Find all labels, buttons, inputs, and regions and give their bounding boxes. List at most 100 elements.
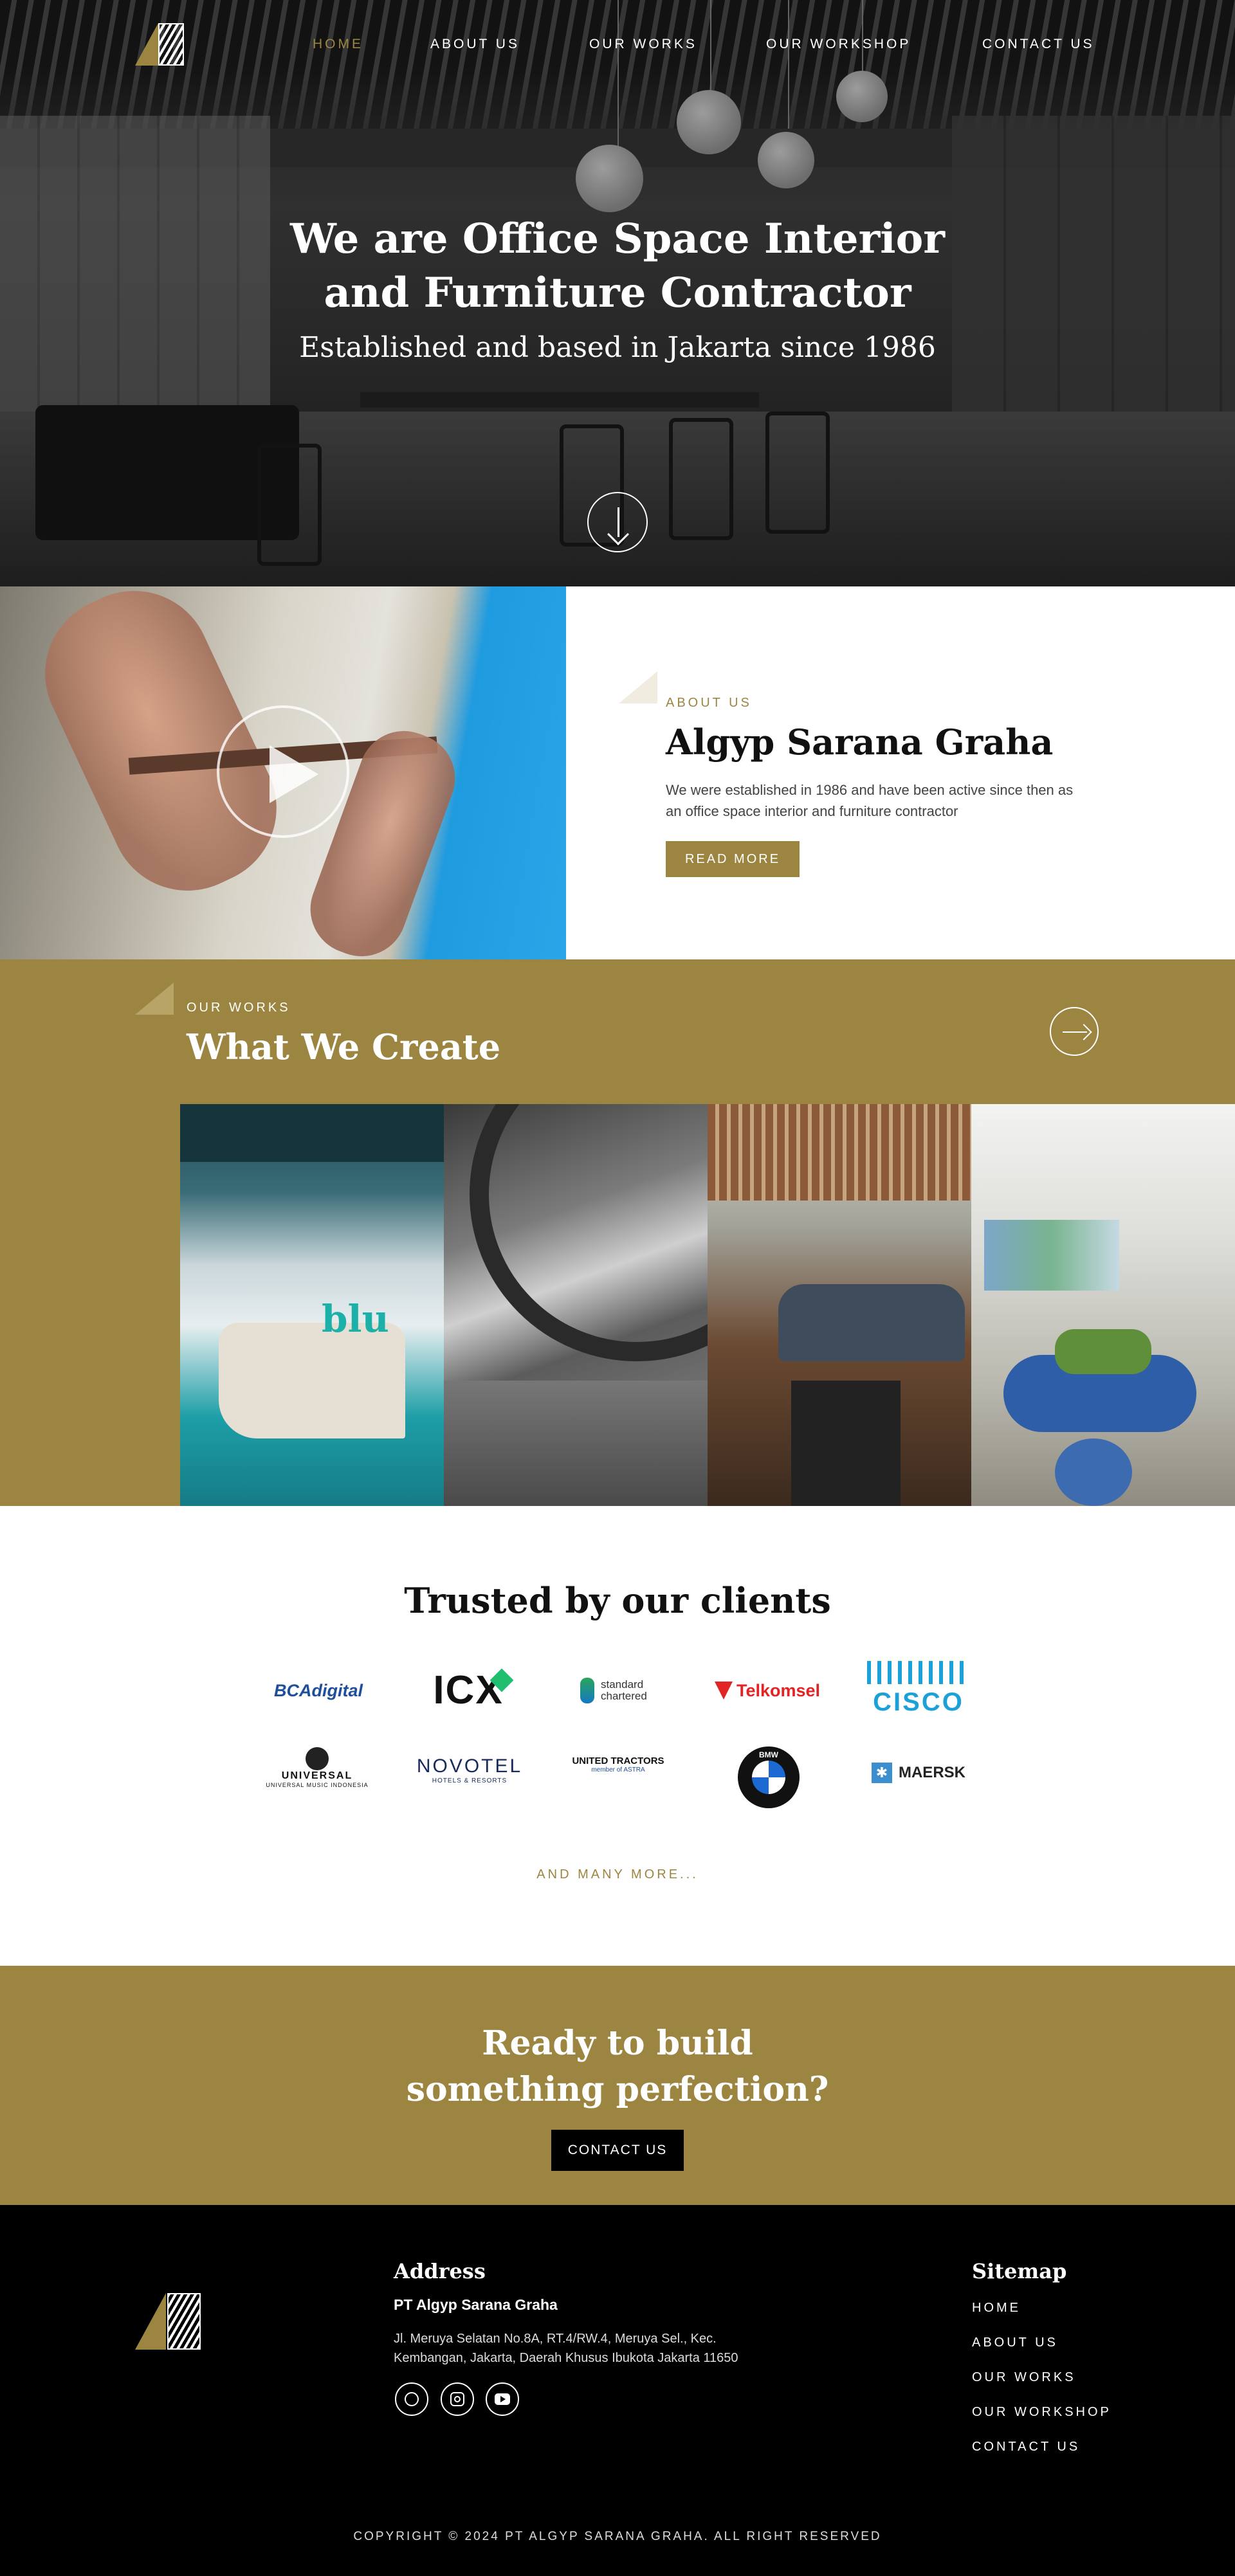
sitemap-heading: Sitemap: [972, 2259, 1067, 2283]
cta-section: Ready to build something perfection? CON…: [0, 1966, 1235, 2205]
standard-chartered-icon: [580, 1678, 594, 1703]
sitemap-contact-us[interactable]: CONTACT US: [972, 2440, 1080, 2454]
maersk-text: MAERSK: [898, 1764, 965, 1781]
footer-logo[interactable]: [135, 2293, 201, 2350]
whatsapp-link[interactable]: [395, 2382, 428, 2416]
clients-title: Trusted by our clients: [404, 1580, 831, 1621]
cta-title-line2: something perfection?: [406, 2070, 829, 2109]
work1-ceiling: [180, 1104, 444, 1162]
sitemap-home[interactable]: HOME: [972, 2301, 1021, 2316]
novotel-text: NOVOTEL: [416, 1755, 523, 1777]
work-image-4[interactable]: [971, 1104, 1235, 1506]
standard-chartered-text: standard chartered: [601, 1678, 647, 1702]
scroll-down-button[interactable]: [587, 492, 648, 552]
nav-our-workshop[interactable]: OUR WORKSHOP: [766, 37, 911, 52]
nav-our-works[interactable]: OUR WORKS: [589, 37, 697, 52]
cta-title-line1: Ready to build: [482, 2024, 753, 2063]
telkomsel-icon: [714, 1682, 733, 1700]
work2-floor: [444, 1381, 708, 1506]
work2-arch: [470, 1104, 708, 1361]
work3-desk: [791, 1381, 901, 1506]
arrow-right-icon-head: [1075, 1024, 1092, 1040]
logo-triangle: [135, 23, 158, 66]
about-video-thumbnail[interactable]: [0, 586, 566, 959]
decor-triangle: [135, 983, 174, 1015]
work3-ceiling: [708, 1104, 971, 1201]
address-line2: Kembangan, Jakarta, Daerah Khusus Ibukot…: [394, 2351, 738, 2365]
play-video-button[interactable]: [217, 705, 349, 838]
main-nav: HOME ABOUT US OUR WORKS OUR WORKSHOP CON…: [0, 0, 1235, 90]
sitemap-about-us[interactable]: ABOUT US: [972, 2336, 1058, 2350]
footer-logo-triangle: [135, 2293, 166, 2350]
universal-text: UNIVERSAL: [281, 1770, 353, 1781]
telkomsel-text: Telkomsel: [736, 1680, 821, 1700]
nav-home[interactable]: HOME: [313, 37, 363, 52]
about-eyebrow: ABOUT US: [666, 696, 752, 710]
youtube-icon: [495, 2393, 510, 2405]
company-name: PT Algyp Sarana Graha: [394, 2296, 558, 2313]
icx-text: ICX: [433, 1667, 504, 1712]
hero-title: We are Office Space Interior and Furnitu…: [0, 212, 1235, 320]
work4-wall-art: [984, 1220, 1119, 1291]
brand-logo[interactable]: [135, 23, 184, 66]
nav-about-us[interactable]: ABOUT US: [430, 37, 520, 52]
instagram-icon: [450, 2392, 464, 2406]
instagram-link[interactable]: [441, 2382, 474, 2416]
youtube-link[interactable]: [486, 2382, 519, 2416]
client-logo-telkomsel: Telkomsel: [713, 1674, 822, 1707]
hero-title-line2: and Furniture Contractor: [324, 269, 911, 317]
client-logo-icx: ICX: [420, 1664, 517, 1716]
about-text: We were established in 1986 and have bee…: [666, 782, 1074, 819]
works-title: What We Create: [187, 1026, 501, 1067]
universal-subtext: UNIVERSAL MUSIC INDONESIA: [266, 1782, 369, 1788]
novotel-subtext: HOTELS & RESORTS: [432, 1777, 508, 1784]
footer-logo-stripes: [167, 2293, 201, 2350]
nav-contact-us[interactable]: CONTACT US: [982, 37, 1095, 52]
client-logo-bca: BCAdigital: [254, 1674, 383, 1707]
cisco-text: CISCO: [873, 1687, 964, 1716]
work4-plants: [1055, 1329, 1151, 1374]
play-icon: [270, 745, 318, 803]
universal-globe-icon: [306, 1747, 329, 1770]
client-logo-bmw: BMW: [736, 1745, 801, 1810]
bmw-text: BMW: [759, 1750, 778, 1759]
client-logo-united-tractors: UNITED TRACTORS member of ASTRA: [557, 1745, 679, 1784]
copyright-text: COPYRIGHT © 2024 PT ALGYP SARANA GRAHA. …: [353, 2530, 882, 2543]
client-logo-cisco: CISCO: [861, 1656, 976, 1721]
address-heading: Address: [394, 2259, 486, 2283]
hero-title-line1: We are Office Space Interior: [290, 215, 945, 263]
client-logo-universal: UNIVERSAL UNIVERSAL MUSIC INDONESIA: [253, 1742, 381, 1793]
clients-section: Trusted by our clients BCAdigital ICX st…: [0, 1506, 1235, 1966]
instagram-icon-lens: [454, 2396, 461, 2402]
bca-text: BCAdigital: [274, 1680, 363, 1700]
client-logo-standard-chartered: standard chartered: [574, 1671, 664, 1710]
about-title: Algyp Sarana Graha: [666, 721, 1054, 763]
united-tractors-subtext: member of ASTRA: [591, 1766, 645, 1773]
work1-sign: blu: [322, 1297, 389, 1341]
company-address: Jl. Meruya Selatan No.8A, RT.4/RW.4, Mer…: [394, 2329, 831, 2368]
client-logo-novotel: NOVOTEL HOTELS & RESORTS: [412, 1744, 527, 1795]
and-many-more-label: AND MANY MORE...: [536, 1867, 699, 1882]
decor-triangle: [619, 671, 657, 703]
hero-subtitle: Established and based in Jakarta since 1…: [299, 331, 936, 364]
work-image-1[interactable]: blu: [180, 1104, 444, 1506]
client-logo-maersk: ✱ MAERSK: [864, 1757, 973, 1789]
sitemap-our-works[interactable]: OUR WORKS: [972, 2370, 1076, 2385]
united-tractors-text: UNITED TRACTORS: [572, 1755, 664, 1766]
cta-title: Ready to build something perfection?: [0, 2020, 1235, 2113]
logo-stripes: [158, 23, 184, 66]
arrow-down-icon-head: [607, 523, 629, 545]
read-more-button[interactable]: READ MORE: [666, 841, 800, 877]
maersk-star-icon: ✱: [871, 1763, 892, 1783]
cisco-icon: [867, 1660, 970, 1684]
sitemap-our-workshop[interactable]: OUR WORKSHOP: [972, 2405, 1112, 2420]
address-line1: Jl. Meruya Selatan No.8A, RT.4/RW.4, Mer…: [394, 2332, 717, 2346]
work-image-2[interactable]: [444, 1104, 708, 1506]
whatsapp-icon: [405, 2392, 419, 2406]
work-image-3[interactable]: [708, 1104, 971, 1506]
about-section: ABOUT US Algyp Sarana Graha We were esta…: [0, 586, 1235, 959]
work4-stool: [1055, 1438, 1132, 1506]
cta-contact-button[interactable]: CONTACT US: [551, 2130, 684, 2171]
works-section: OUR WORKS What We Create blu: [0, 959, 1235, 1506]
works-next-button[interactable]: [1050, 1007, 1099, 1056]
